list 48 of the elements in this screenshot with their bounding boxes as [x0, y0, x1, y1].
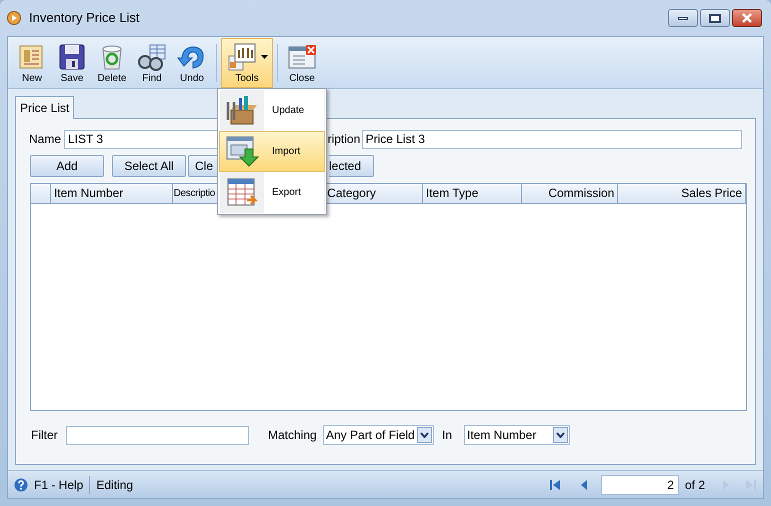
help-icon[interactable] [14, 478, 28, 492]
first-page-icon[interactable] [548, 478, 561, 490]
action-button[interactable]: Select All [112, 155, 186, 177]
action-button[interactable]: lected [329, 155, 374, 177]
window-title: Inventory Price List [29, 9, 140, 28]
column-header[interactable]: Item Type [422, 184, 522, 203]
menu-item[interactable]: Import [219, 131, 325, 172]
save-button[interactable]: Save [52, 38, 92, 88]
field-dropdown[interactable]: Item Number [464, 425, 570, 445]
tools-button[interactable]: Tools [221, 38, 273, 88]
field-label: Matching [268, 427, 318, 444]
action-button[interactable]: Cle [188, 155, 219, 177]
new-button[interactable]: New [12, 38, 52, 88]
column-header[interactable]: Item Number [50, 184, 173, 203]
undo-button[interactable]: Undo [172, 38, 212, 88]
delete-button[interactable]: Delete [92, 38, 132, 88]
close-icon [741, 13, 753, 23]
page-field[interactable]: 2 [600, 474, 679, 494]
chevron-down-icon [556, 432, 565, 438]
menu-item[interactable]: Export [219, 172, 325, 213]
maximize-button[interactable] [700, 9, 730, 27]
previous-page-icon[interactable] [578, 478, 589, 490]
field-label: In [442, 427, 454, 444]
matching-dropdown[interactable]: Any Part of Field [323, 425, 434, 445]
menu-item[interactable]: Update [219, 90, 325, 131]
close-button[interactable] [732, 9, 762, 27]
action-button[interactable]: Add [30, 155, 104, 177]
find-button[interactable]: Find [132, 38, 172, 88]
chevron-down-icon [420, 432, 429, 438]
column-header[interactable]: Commission [522, 184, 618, 203]
field-label: Name [29, 131, 62, 148]
page-count: of 2 [684, 476, 705, 494]
help-text: F1 - Help [34, 476, 90, 494]
tab[interactable]: Price List [15, 96, 74, 119]
close-button[interactable]: Close [282, 38, 322, 88]
description-field[interactable]: Price List 3 [362, 130, 742, 148]
filter-field[interactable] [66, 426, 249, 444]
field-label: ription [328, 131, 362, 148]
column-header[interactable]: Sales Price [618, 184, 746, 203]
import-arrow-icon [225, 134, 259, 168]
binoculars-icon [137, 42, 167, 72]
field-label: Filter [31, 427, 59, 444]
app-icon [7, 11, 21, 25]
caret-icon [260, 55, 268, 59]
minimize-button[interactable] [668, 9, 698, 27]
status-text: Editing [96, 476, 134, 494]
box-tools-icon [225, 94, 259, 128]
tools-icon [226, 42, 256, 72]
